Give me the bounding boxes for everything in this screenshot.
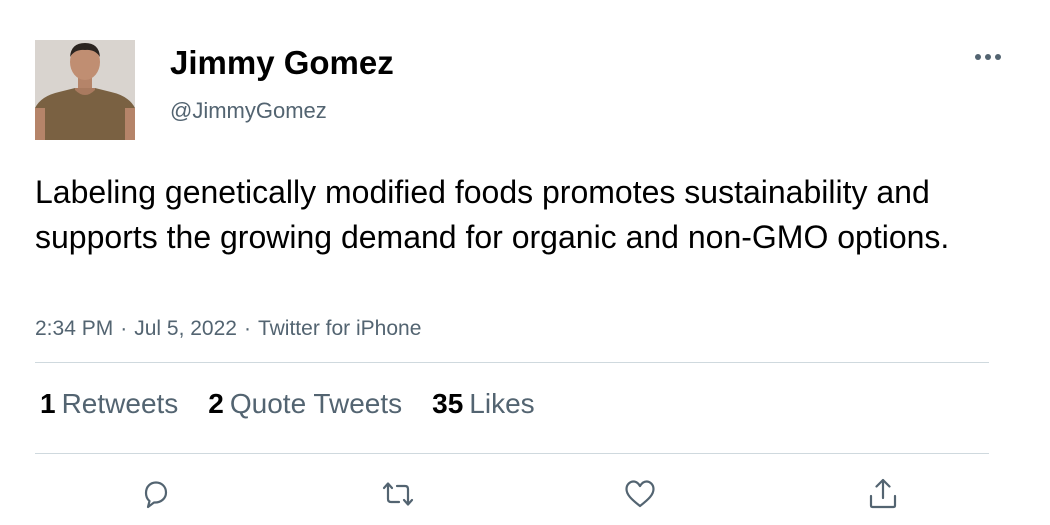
user-handle[interactable]: @JimmyGomez <box>170 98 327 124</box>
reply-icon <box>144 481 168 509</box>
tweet-stats: 1 Retweets 2 Quote Tweets 35 Likes <box>40 388 535 420</box>
tweet-metadata: 2:34 PM · Jul 5, 2022 · Twitter for iPhone <box>35 317 421 341</box>
display-name[interactable]: Jimmy Gomez <box>170 44 394 82</box>
tweet-date[interactable]: Jul 5, 2022 <box>134 317 237 340</box>
tweet-text: Labeling genetically modified foods prom… <box>35 174 950 255</box>
divider <box>35 362 989 363</box>
retweet-button[interactable] <box>376 472 420 516</box>
separator: · <box>120 317 128 340</box>
likes-count: 35 <box>432 388 464 419</box>
like-icon <box>625 480 655 508</box>
likes-label: Likes <box>469 388 535 419</box>
like-button[interactable] <box>618 472 662 516</box>
reply-button[interactable] <box>134 472 178 516</box>
quote-tweets-count: 2 <box>208 388 224 419</box>
more-options-icon <box>975 54 1001 60</box>
quote-tweets-stat[interactable]: 2 Quote Tweets <box>208 388 402 420</box>
share-button[interactable] <box>861 472 905 516</box>
divider <box>35 453 989 454</box>
tweet-time[interactable]: 2:34 PM <box>35 317 113 340</box>
retweet-icon <box>382 482 414 506</box>
likes-stat[interactable]: 35 Likes <box>432 388 535 420</box>
action-bar <box>0 472 1050 517</box>
avatar-photo <box>35 40 135 140</box>
tweet-source[interactable]: Twitter for iPhone <box>258 317 421 340</box>
quote-tweets-label: Quote Tweets <box>229 388 403 419</box>
avatar[interactable] <box>35 40 135 140</box>
separator: · <box>243 317 251 340</box>
more-options-button[interactable] <box>970 44 1006 70</box>
retweets-stat[interactable]: 1 Retweets <box>40 388 178 420</box>
retweets-label: Retweets <box>61 388 179 419</box>
share-icon <box>869 478 897 509</box>
retweets-count: 1 <box>40 388 56 419</box>
